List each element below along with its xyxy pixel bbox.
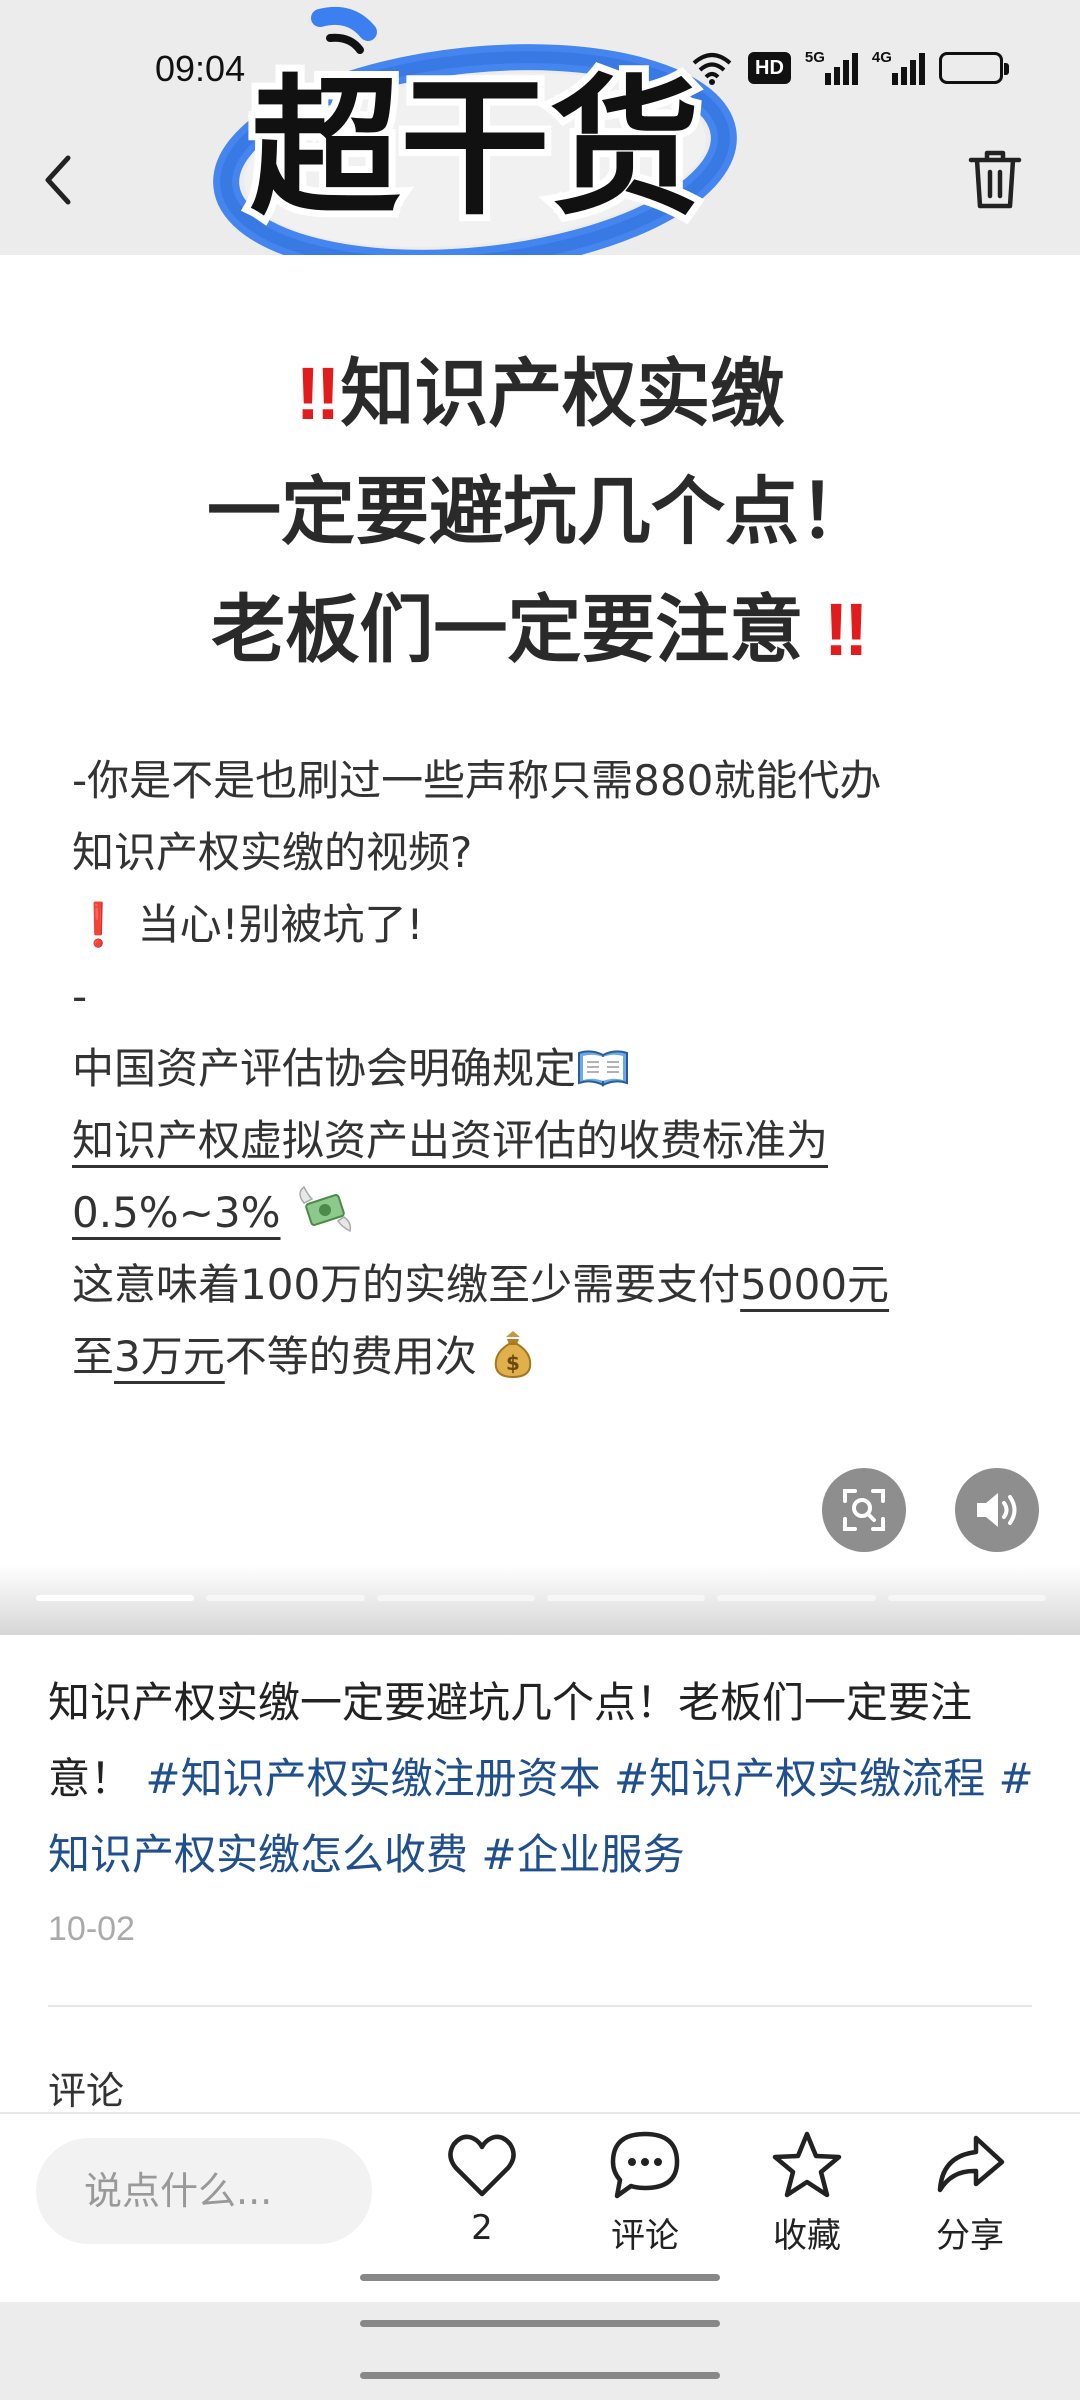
- image-progress: [36, 1595, 1046, 1603]
- chevron-left-icon: [45, 155, 71, 205]
- comment-input[interactable]: 说点什么...: [36, 2138, 372, 2244]
- sticker-logo: 超干货: [200, 0, 760, 276]
- progress-segment: [546, 1595, 706, 1601]
- favorite-label: 收藏: [773, 2216, 841, 2256]
- hashtag-link[interactable]: #知识产权实缴流程: [614, 1754, 985, 1803]
- share-label: 分享: [936, 2216, 1004, 2256]
- home-indicator[interactable]: [360, 2372, 720, 2379]
- sound-button[interactable]: [955, 1468, 1039, 1552]
- progress-segment: [717, 1595, 876, 1601]
- post-image[interactable]: ‼知识产权实缴 一定要避坑几个点！ 老板们一定要注意 ‼ -你是不是也刷过一些声…: [0, 255, 1080, 1635]
- scan-button[interactable]: [822, 1468, 906, 1552]
- money-bag-icon: $: [494, 1331, 532, 1379]
- system-nav-area: [0, 2302, 1080, 2400]
- signal-4g-icon: 4G: [872, 49, 925, 85]
- post-headline: ‼知识产权实缴 一定要避坑几个点！ 老板们一定要注意 ‼: [207, 352, 873, 671]
- progress-segment: [887, 1595, 1046, 1601]
- divider: [48, 2005, 1032, 2007]
- trash-icon: [968, 150, 1022, 209]
- star-icon: [772, 2131, 842, 2198]
- double-exclamation-icon: ‼: [803, 588, 869, 671]
- post-body: -你是不是也刷过一些声称只需880就能代办 知识产权实缴的视频? ❗ 当心!别被…: [72, 756, 890, 1381]
- share-button[interactable]: 分享: [905, 2126, 1035, 2257]
- home-indicator[interactable]: [360, 2320, 720, 2327]
- exclamation-icon: ❗: [72, 900, 125, 949]
- scan-icon: [843, 1489, 885, 1531]
- like-button[interactable]: 2: [417, 2126, 547, 2248]
- favorite-button[interactable]: 收藏: [742, 2126, 872, 2257]
- progress-segment: [36, 1595, 195, 1601]
- hashtag-link[interactable]: #企业服务: [481, 1830, 684, 1879]
- sticker-text: 超干货: [250, 62, 700, 236]
- delete-button[interactable]: [965, 148, 1025, 218]
- post-caption: 知识产权实缴一定要避坑几个点！老板们一定要注意！ #知识产权实缴注册资本 #知识…: [48, 1665, 1038, 1893]
- share-arrow-icon: [937, 2135, 1005, 2193]
- comments-heading: 评论: [48, 2069, 125, 2113]
- open-book-icon: [578, 1050, 629, 1087]
- progress-segment: [206, 1595, 365, 1601]
- chat-bubble-icon: [610, 2131, 680, 2199]
- svg-text:$: $: [506, 1351, 520, 1375]
- like-count: 2: [471, 2208, 493, 2248]
- heart-icon: [448, 2134, 516, 2197]
- progress-segment: [376, 1595, 535, 1601]
- battery-icon: [938, 52, 1009, 84]
- home-indicator[interactable]: [360, 2274, 720, 2281]
- speaker-icon: [977, 1493, 1017, 1527]
- hashtag-link[interactable]: #知识产权实缴注册资本: [145, 1754, 600, 1803]
- comment-label: 评论: [611, 2216, 679, 2256]
- back-button[interactable]: [28, 145, 88, 215]
- signal-5g-icon: 5G: [805, 49, 858, 85]
- post-date: 10-02: [48, 1910, 135, 1948]
- comment-button[interactable]: 评论: [580, 2126, 710, 2257]
- money-with-wings-icon: [299, 1185, 352, 1233]
- double-exclamation-icon: ‼: [295, 352, 341, 435]
